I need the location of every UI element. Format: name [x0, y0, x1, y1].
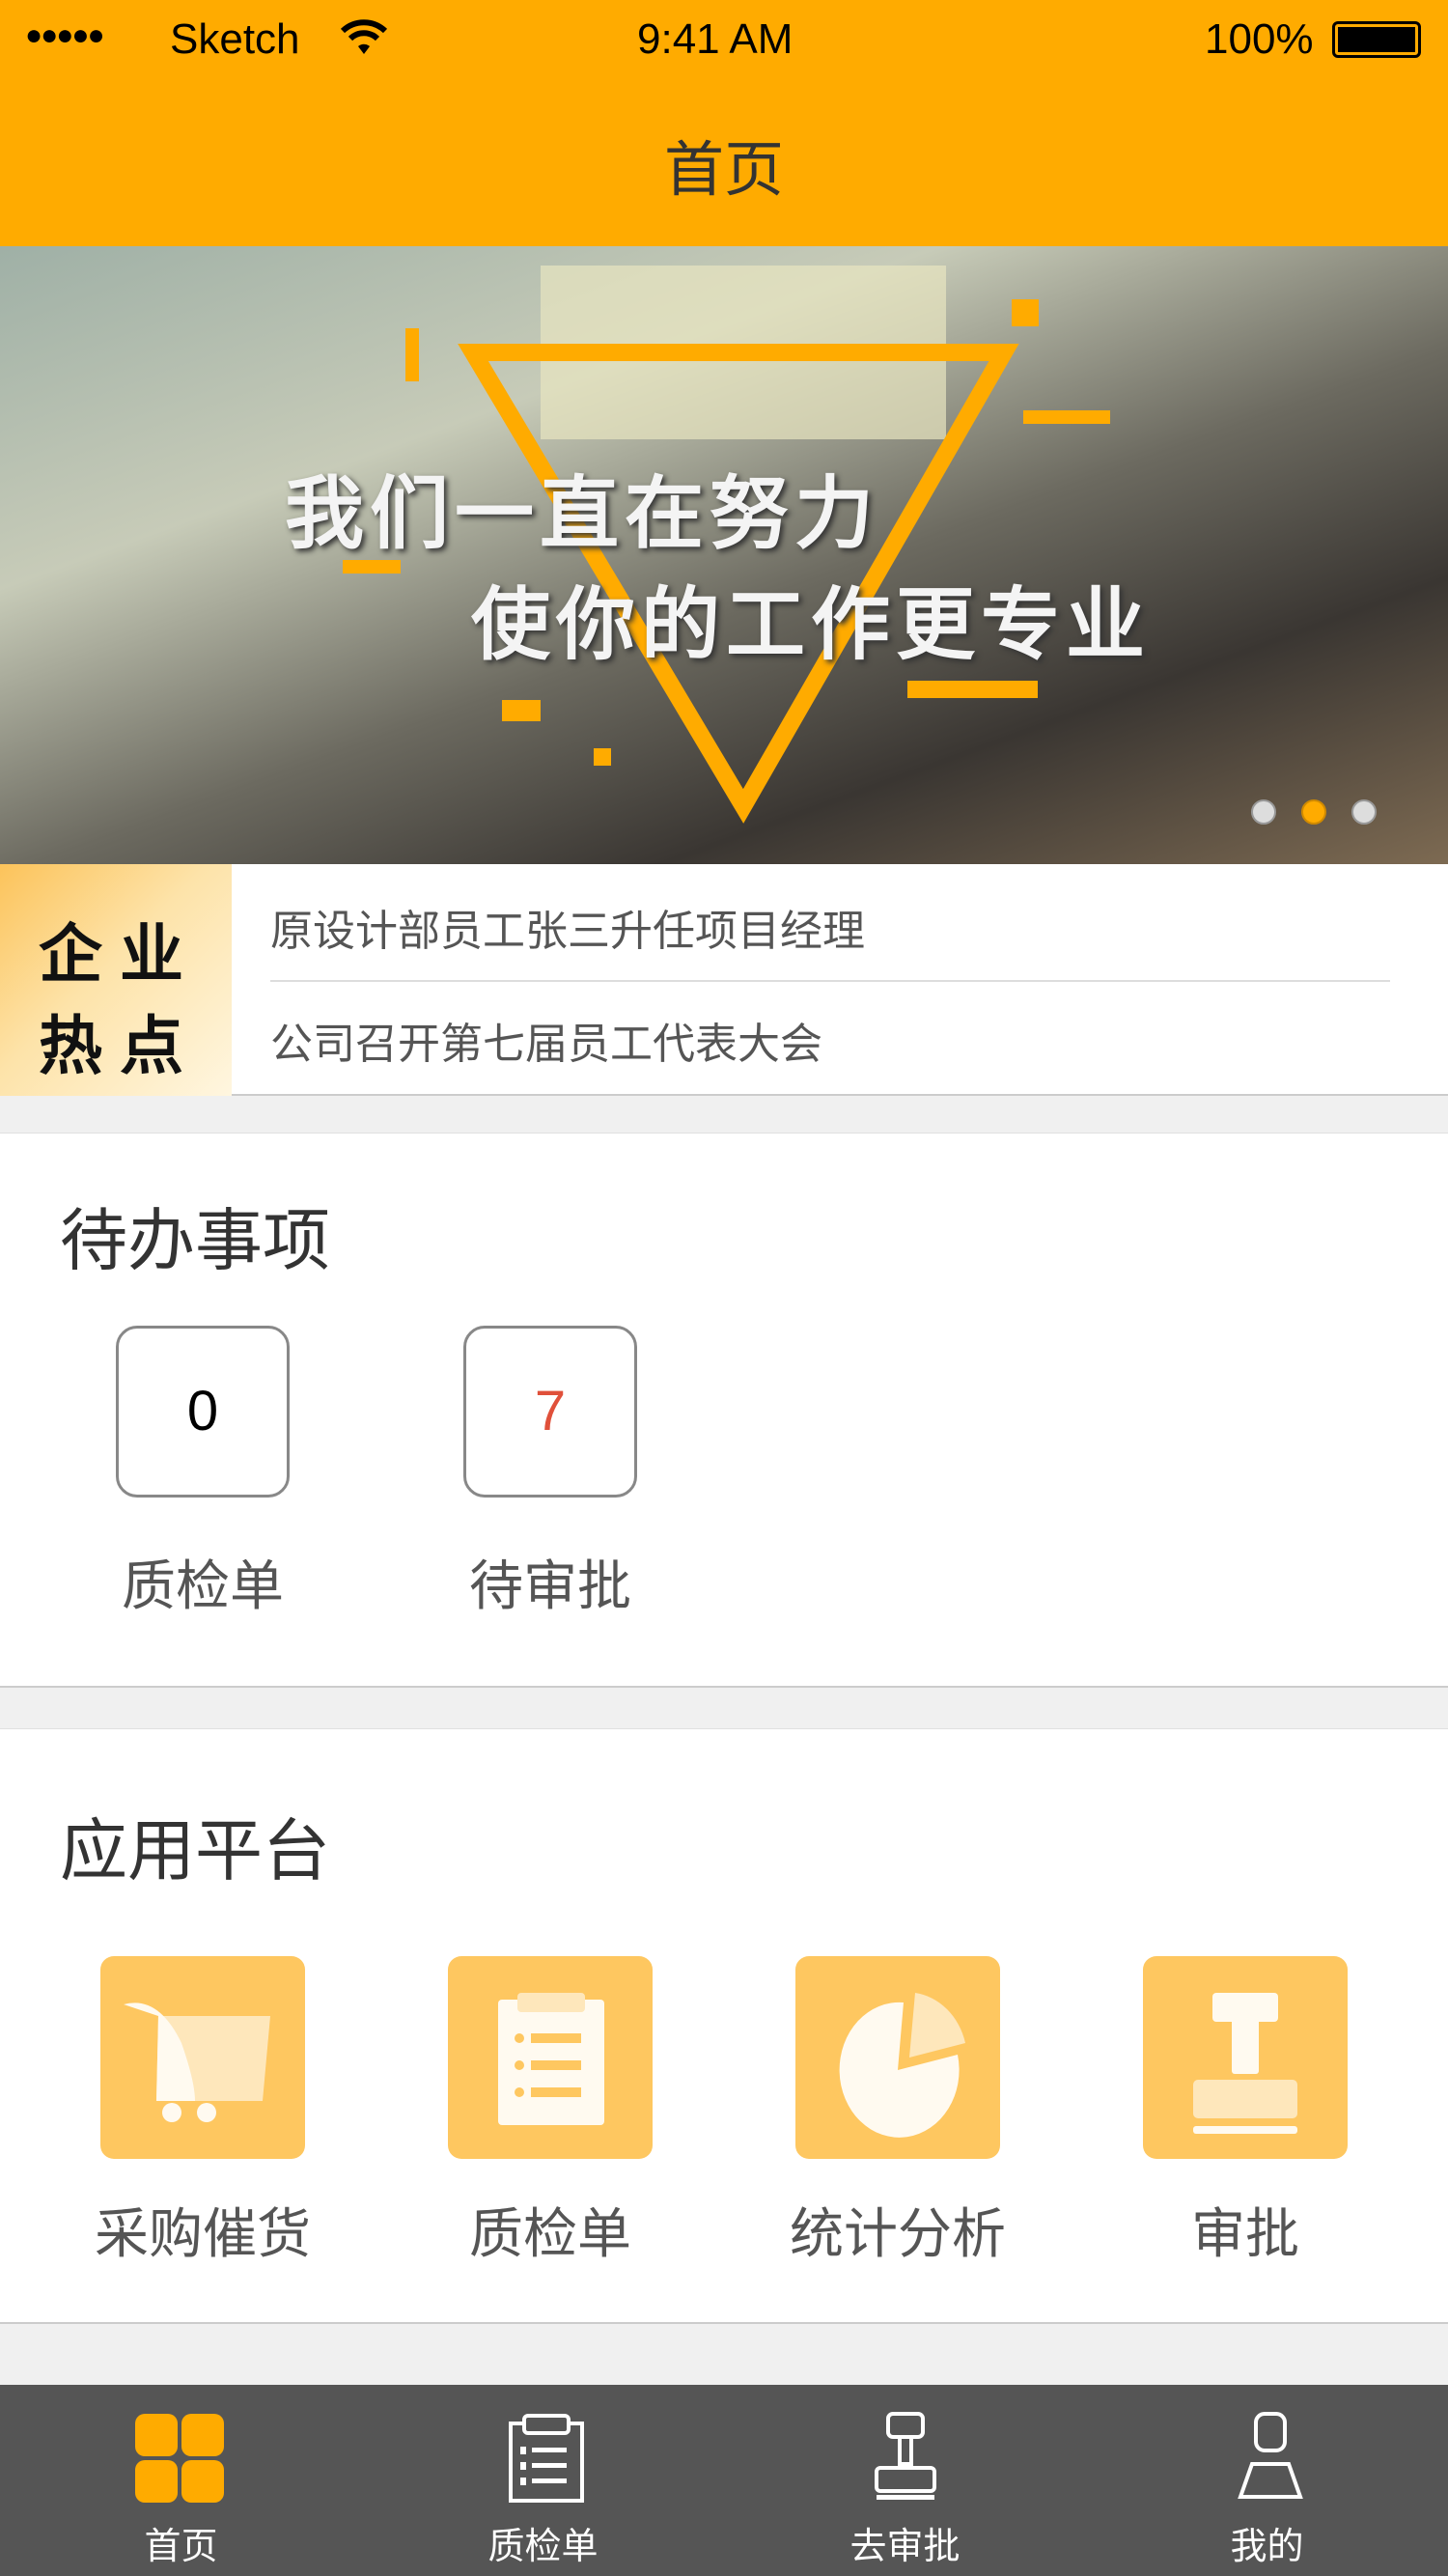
- section-title: 应用平台: [60, 1811, 330, 1890]
- app-label: 质检单: [469, 2203, 631, 2266]
- battery-percent: 100%: [1205, 15, 1314, 63]
- news-ticker: 企业 热点 原设计部员工张三升任项目经理 公司召开第七届员工代表大会: [0, 864, 1448, 1096]
- carousel-dot-2-active[interactable]: [1301, 799, 1326, 825]
- clipboard-icon: [509, 2414, 584, 2503]
- signal-icon: ●●●●●: [25, 19, 105, 51]
- tab-approval[interactable]: 去审批: [724, 2385, 1086, 2576]
- cart-icon: [124, 2002, 270, 2122]
- news-item[interactable]: 公司召开第七届员工代表大会: [270, 1009, 822, 1071]
- todo-label: 质检单: [122, 1555, 284, 1618]
- app-label: 统计分析: [790, 2203, 1006, 2266]
- tab-label: 首页: [144, 2525, 218, 2567]
- tab-label: 我的: [1230, 2525, 1304, 2567]
- banner-line-2: 使你的工作更专业: [471, 579, 1152, 671]
- news-hot-logo: 企业 热点: [0, 864, 232, 1096]
- divider: [270, 980, 1390, 982]
- tab-home[interactable]: 首页: [0, 2385, 362, 2576]
- app-approval-button[interactable]: [1143, 1956, 1348, 2159]
- banner-line-1: 我们一直在努力: [285, 468, 880, 560]
- news-item[interactable]: 原设计部员工张三升任项目经理: [270, 896, 865, 958]
- tab-bar: 首页 质检单 去审批 我的: [0, 2385, 1448, 2576]
- tab-label: 质检单: [487, 2525, 599, 2567]
- app-quality-button[interactable]: [448, 1956, 653, 2159]
- top-bar: ●●●●● Sketch 9:41 AM 100% 首页: [0, 0, 1448, 246]
- todo-count-quality[interactable]: 0: [116, 1326, 290, 1498]
- tab-label: 去审批: [849, 2525, 961, 2567]
- clipboard-icon: [498, 1993, 604, 2125]
- pie-chart-icon: [839, 1993, 965, 2138]
- section-title: 待办事项: [60, 1201, 330, 1280]
- app-statistics-button[interactable]: [795, 1956, 1000, 2159]
- battery-icon: [1332, 21, 1421, 58]
- todo-label: 待审批: [469, 1555, 631, 1618]
- carrier: Sketch: [170, 15, 300, 63]
- grid-icon: [135, 2414, 224, 2503]
- apps-section: 应用平台 采购催货 质检单 统计分析 审批: [0, 1728, 1448, 2324]
- carousel-dot-1[interactable]: [1251, 799, 1276, 825]
- app-purchase-button[interactable]: [100, 1956, 305, 2159]
- tab-quality[interactable]: 质检单: [362, 2385, 724, 2576]
- stamp-icon: [875, 2412, 936, 2500]
- person-icon: [1238, 2412, 1303, 2499]
- wifi-icon: [340, 17, 388, 60]
- app-label: 审批: [1191, 2203, 1299, 2266]
- page-title: 首页: [663, 134, 784, 205]
- carousel-dot-3[interactable]: [1351, 799, 1377, 825]
- todo-count-approval[interactable]: 7: [463, 1326, 637, 1498]
- todo-section: 待办事项 0 质检单 7 待审批: [0, 1133, 1448, 1688]
- stamp-icon: [1193, 1993, 1297, 2134]
- clock: 9:41 AM: [637, 15, 794, 63]
- tab-profile[interactable]: 我的: [1086, 2385, 1448, 2576]
- banner-carousel[interactable]: 我们一直在努力 使你的工作更专业: [0, 246, 1448, 864]
- app-label: 采购催货: [95, 2203, 311, 2266]
